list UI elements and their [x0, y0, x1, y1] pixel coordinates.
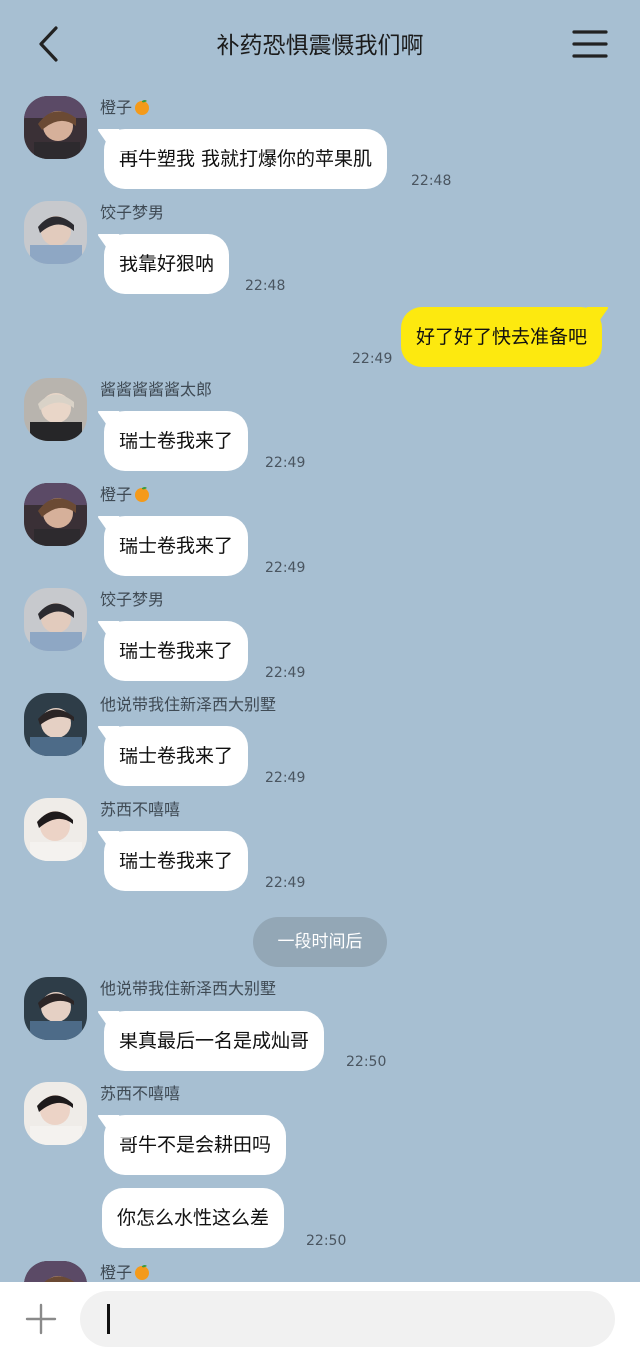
sender-name: 饺子梦男	[100, 203, 165, 222]
sender-name: 苏西不嘻嘻	[100, 1084, 181, 1103]
message-bubble[interactable]: 哥牛不是会耕田吗	[104, 1115, 287, 1175]
orange-emoji-icon	[134, 486, 150, 502]
timestamp: 22:49	[265, 665, 306, 681]
timestamp: 22:48	[411, 173, 452, 189]
timestamp: 22:49	[265, 560, 306, 576]
message-bubble[interactable]: 你怎么水性这么差	[102, 1188, 285, 1248]
sender-name: 酱酱酱酱酱太郎	[100, 380, 213, 399]
timestamp: 22:50	[346, 1054, 387, 1070]
avatar[interactable]	[24, 1082, 87, 1145]
time-divider: 一段时间后	[253, 917, 387, 967]
text-cursor	[107, 1304, 110, 1334]
timestamp: 22:49	[265, 770, 306, 786]
input-bar	[0, 1282, 640, 1353]
timestamp: 22:49	[265, 455, 306, 471]
sender-name: 他说带我住新泽西大别墅	[100, 695, 277, 714]
avatar[interactable]	[24, 798, 87, 861]
timestamp: 22:49	[352, 351, 393, 367]
chat-header: 补药恐惧震慑我们啊	[0, 0, 640, 90]
timestamp: 22:48	[245, 278, 286, 294]
avatar[interactable]	[24, 378, 87, 441]
hamburger-menu-icon	[572, 30, 608, 58]
avatar[interactable]	[24, 483, 87, 546]
message-bubble[interactable]: 瑞士卷我来了	[104, 726, 249, 786]
add-attachment-button[interactable]	[24, 1302, 58, 1336]
plus-icon	[25, 1303, 57, 1335]
sender-name: 饺子梦男	[100, 590, 165, 609]
timestamp: 22:50	[306, 1233, 347, 1249]
orange-emoji-icon	[134, 1264, 150, 1280]
avatar[interactable]	[24, 96, 87, 159]
message-input[interactable]	[80, 1291, 615, 1347]
orange-emoji-icon	[134, 99, 150, 115]
sender-name: 橙子	[100, 1259, 150, 1282]
message-bubble[interactable]: 我靠好狠呐	[104, 234, 230, 294]
avatar[interactable]	[24, 693, 87, 756]
sender-name: 橙子	[100, 481, 150, 505]
sender-name: 他说带我住新泽西大别墅	[100, 979, 277, 998]
message-bubble[interactable]: 好了好了快去准备吧	[401, 307, 603, 367]
sender-name: 橙子	[100, 94, 150, 118]
message-bubble[interactable]: 瑞士卷我来了	[104, 621, 249, 681]
page-title: 补药恐惧震慑我们啊	[216, 33, 424, 59]
message-bubble[interactable]: 果真最后一名是成灿哥	[104, 1011, 325, 1071]
chat-area[interactable]: 橙子 再牛塑我 我就打爆你的苹果肌 22:48 饺子梦男 我靠好狠呐 22:48…	[0, 0, 640, 1282]
message-bubble[interactable]: 瑞士卷我来了	[104, 411, 249, 471]
avatar[interactable]	[24, 588, 87, 651]
message-bubble[interactable]: 瑞士卷我来了	[104, 831, 249, 891]
avatar[interactable]	[24, 977, 87, 1040]
message-bubble[interactable]: 瑞士卷我来了	[104, 516, 249, 576]
avatar[interactable]	[24, 1261, 87, 1282]
menu-button[interactable]	[570, 26, 610, 62]
avatar[interactable]	[24, 201, 87, 264]
message-bubble[interactable]: 再牛塑我 我就打爆你的苹果肌	[104, 129, 388, 189]
timestamp: 22:49	[265, 875, 306, 891]
sender-name: 苏西不嘻嘻	[100, 800, 181, 819]
